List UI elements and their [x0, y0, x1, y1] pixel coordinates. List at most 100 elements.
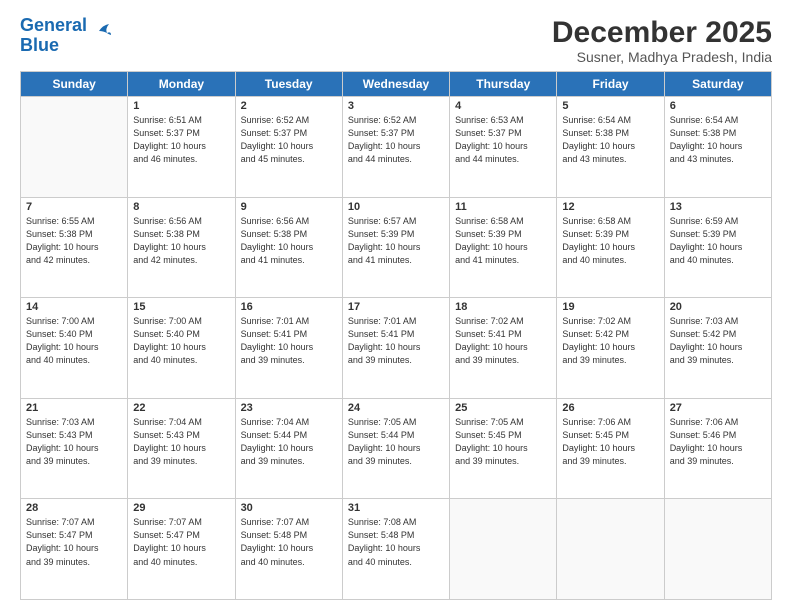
- day-cell: 6Sunrise: 6:54 AM Sunset: 5:38 PM Daylig…: [664, 97, 771, 198]
- day-cell: 26 Sunrise: 7:06 AM Sunset: 5:45 PM Dayli…: [557, 398, 664, 499]
- day-cell: 15 Sunrise: 7:00 AM Sunset: 5:40 PM Dayli…: [128, 298, 235, 399]
- day-number: 11: [455, 201, 551, 213]
- col-header-thursday: Thursday: [450, 72, 557, 97]
- day-number: 27: [670, 402, 766, 414]
- day-number: 5: [562, 100, 658, 112]
- day-number: 1: [133, 100, 229, 112]
- day-info: Sunrise: 6:54 AM Sunset: 5:38 PM Dayligh…: [562, 114, 658, 166]
- day-cell: 8 Sunrise: 6:56 AM Sunset: 5:38 PM Daylig…: [128, 197, 235, 298]
- day-info: Sunrise: 6:57 AM Sunset: 5:39 PM Dayligh…: [348, 215, 444, 267]
- day-cell: [450, 499, 557, 600]
- day-cell: 9Sunrise: 6:56 AM Sunset: 5:38 PM Daylig…: [235, 197, 342, 298]
- day-info: Sunrise: 7:00 AM Sunset: 5:40 PM Dayligh…: [26, 315, 122, 367]
- day-info: Sunrise: 6:55 AM Sunset: 5:38 PM Dayligh…: [26, 215, 122, 267]
- day-info: Sunrise: 6:51 AM Sunset: 5:37 PM Dayligh…: [133, 114, 229, 166]
- day-info: Sunrise: 7:05 AM Sunset: 5:44 PM Dayligh…: [348, 416, 444, 468]
- day-info: Sunrise: 6:56 AM Sunset: 5:38 PM Dayligh…: [133, 215, 229, 267]
- day-info: Sunrise: 7:07 AM Sunset: 5:48 PM Dayligh…: [241, 516, 337, 568]
- col-header-wednesday: Wednesday: [342, 72, 449, 97]
- day-number: 7: [26, 201, 122, 213]
- logo-general: General: [20, 15, 87, 35]
- day-cell: [557, 499, 664, 600]
- day-cell: 17 Sunrise: 7:01 AM Sunset: 5:41 PM Dayli…: [342, 298, 449, 399]
- day-number: 28: [26, 502, 122, 514]
- day-cell: 24 Sunrise: 7:05 AM Sunset: 5:44 PM Dayli…: [342, 398, 449, 499]
- day-cell: 4Sunrise: 6:53 AM Sunset: 5:37 PM Daylig…: [450, 97, 557, 198]
- day-cell: 31Sunrise: 7:08 AM Sunset: 5:48 PM Dayli…: [342, 499, 449, 600]
- title-block: December 2025 Susner, Madhya Pradesh, In…: [552, 16, 772, 65]
- logo-blue: Blue: [20, 35, 59, 55]
- day-info: Sunrise: 7:02 AM Sunset: 5:41 PM Dayligh…: [455, 315, 551, 367]
- day-cell: 28 Sunrise: 7:07 AM Sunset: 5:47 PM Dayli…: [21, 499, 128, 600]
- day-cell: 29 Sunrise: 7:07 AM Sunset: 5:47 PM Dayli…: [128, 499, 235, 600]
- day-number: 12: [562, 201, 658, 213]
- day-number: 15: [133, 301, 229, 313]
- day-number: 17: [348, 301, 444, 313]
- day-cell: 22 Sunrise: 7:04 AM Sunset: 5:43 PM Dayli…: [128, 398, 235, 499]
- day-info: Sunrise: 6:59 AM Sunset: 5:39 PM Dayligh…: [670, 215, 766, 267]
- day-cell: [664, 499, 771, 600]
- day-number: 29: [133, 502, 229, 514]
- day-cell: 5 Sunrise: 6:54 AM Sunset: 5:38 PM Daylig…: [557, 97, 664, 198]
- day-number: 22: [133, 402, 229, 414]
- week-row-1: 7 Sunrise: 6:55 AM Sunset: 5:38 PM Daylig…: [21, 197, 772, 298]
- day-cell: 10 Sunrise: 6:57 AM Sunset: 5:39 PM Dayli…: [342, 197, 449, 298]
- week-row-4: 28 Sunrise: 7:07 AM Sunset: 5:47 PM Dayli…: [21, 499, 772, 600]
- logo-bird-icon: [89, 23, 111, 41]
- page-subtitle: Susner, Madhya Pradesh, India: [552, 49, 772, 65]
- day-cell: 27 Sunrise: 7:06 AM Sunset: 5:46 PM Dayli…: [664, 398, 771, 499]
- day-cell: 7 Sunrise: 6:55 AM Sunset: 5:38 PM Daylig…: [21, 197, 128, 298]
- day-number: 23: [241, 402, 337, 414]
- day-number: 26: [562, 402, 658, 414]
- day-number: 30: [241, 502, 337, 514]
- day-number: 16: [241, 301, 337, 313]
- day-info: Sunrise: 6:52 AM Sunset: 5:37 PM Dayligh…: [348, 114, 444, 166]
- day-number: 9: [241, 201, 337, 213]
- day-number: 10: [348, 201, 444, 213]
- day-info: Sunrise: 7:07 AM Sunset: 5:47 PM Dayligh…: [133, 516, 229, 568]
- day-info: Sunrise: 7:03 AM Sunset: 5:43 PM Dayligh…: [26, 416, 122, 468]
- day-cell: 2 Sunrise: 6:52 AM Sunset: 5:37 PM Daylig…: [235, 97, 342, 198]
- logo-text: General Blue: [20, 16, 87, 56]
- day-info: Sunrise: 7:04 AM Sunset: 5:44 PM Dayligh…: [241, 416, 337, 468]
- day-info: Sunrise: 7:00 AM Sunset: 5:40 PM Dayligh…: [133, 315, 229, 367]
- day-cell: 16 Sunrise: 7:01 AM Sunset: 5:41 PM Dayli…: [235, 298, 342, 399]
- day-info: Sunrise: 7:08 AM Sunset: 5:48 PM Dayligh…: [348, 516, 444, 568]
- day-cell: 1 Sunrise: 6:51 AM Sunset: 5:37 PM Daylig…: [128, 97, 235, 198]
- day-number: 21: [26, 402, 122, 414]
- week-row-2: 14 Sunrise: 7:00 AM Sunset: 5:40 PM Dayli…: [21, 298, 772, 399]
- day-info: Sunrise: 7:02 AM Sunset: 5:42 PM Dayligh…: [562, 315, 658, 367]
- day-number: 8: [133, 201, 229, 213]
- header: General Blue December 2025 Susner, Madhy…: [20, 16, 772, 65]
- day-cell: 20Sunrise: 7:03 AM Sunset: 5:42 PM Dayli…: [664, 298, 771, 399]
- day-cell: 23 Sunrise: 7:04 AM Sunset: 5:44 PM Dayli…: [235, 398, 342, 499]
- day-info: Sunrise: 7:05 AM Sunset: 5:45 PM Dayligh…: [455, 416, 551, 468]
- day-info: Sunrise: 6:58 AM Sunset: 5:39 PM Dayligh…: [562, 215, 658, 267]
- day-info: Sunrise: 7:04 AM Sunset: 5:43 PM Dayligh…: [133, 416, 229, 468]
- day-info: Sunrise: 7:06 AM Sunset: 5:46 PM Dayligh…: [670, 416, 766, 468]
- col-header-sunday: Sunday: [21, 72, 128, 97]
- day-number: 2: [241, 100, 337, 112]
- day-info: Sunrise: 7:06 AM Sunset: 5:45 PM Dayligh…: [562, 416, 658, 468]
- day-cell: 3 Sunrise: 6:52 AM Sunset: 5:37 PM Daylig…: [342, 97, 449, 198]
- day-info: Sunrise: 7:07 AM Sunset: 5:47 PM Dayligh…: [26, 516, 122, 568]
- day-info: Sunrise: 7:01 AM Sunset: 5:41 PM Dayligh…: [348, 315, 444, 367]
- col-header-tuesday: Tuesday: [235, 72, 342, 97]
- day-number: 3: [348, 100, 444, 112]
- day-number: 4: [455, 100, 551, 112]
- day-info: Sunrise: 6:58 AM Sunset: 5:39 PM Dayligh…: [455, 215, 551, 267]
- day-info: Sunrise: 6:52 AM Sunset: 5:37 PM Dayligh…: [241, 114, 337, 166]
- day-number: 19: [562, 301, 658, 313]
- day-number: 14: [26, 301, 122, 313]
- week-row-0: 1 Sunrise: 6:51 AM Sunset: 5:37 PM Daylig…: [21, 97, 772, 198]
- day-number: 24: [348, 402, 444, 414]
- day-cell: 30 Sunrise: 7:07 AM Sunset: 5:48 PM Dayli…: [235, 499, 342, 600]
- day-cell: 21 Sunrise: 7:03 AM Sunset: 5:43 PM Dayli…: [21, 398, 128, 499]
- day-cell: 18Sunrise: 7:02 AM Sunset: 5:41 PM Dayli…: [450, 298, 557, 399]
- day-number: 20: [670, 301, 766, 313]
- col-header-saturday: Saturday: [664, 72, 771, 97]
- day-info: Sunrise: 7:01 AM Sunset: 5:41 PM Dayligh…: [241, 315, 337, 367]
- calendar-table: SundayMondayTuesdayWednesdayThursdayFrid…: [20, 71, 772, 600]
- col-header-friday: Friday: [557, 72, 664, 97]
- day-cell: 13Sunrise: 6:59 AM Sunset: 5:39 PM Dayli…: [664, 197, 771, 298]
